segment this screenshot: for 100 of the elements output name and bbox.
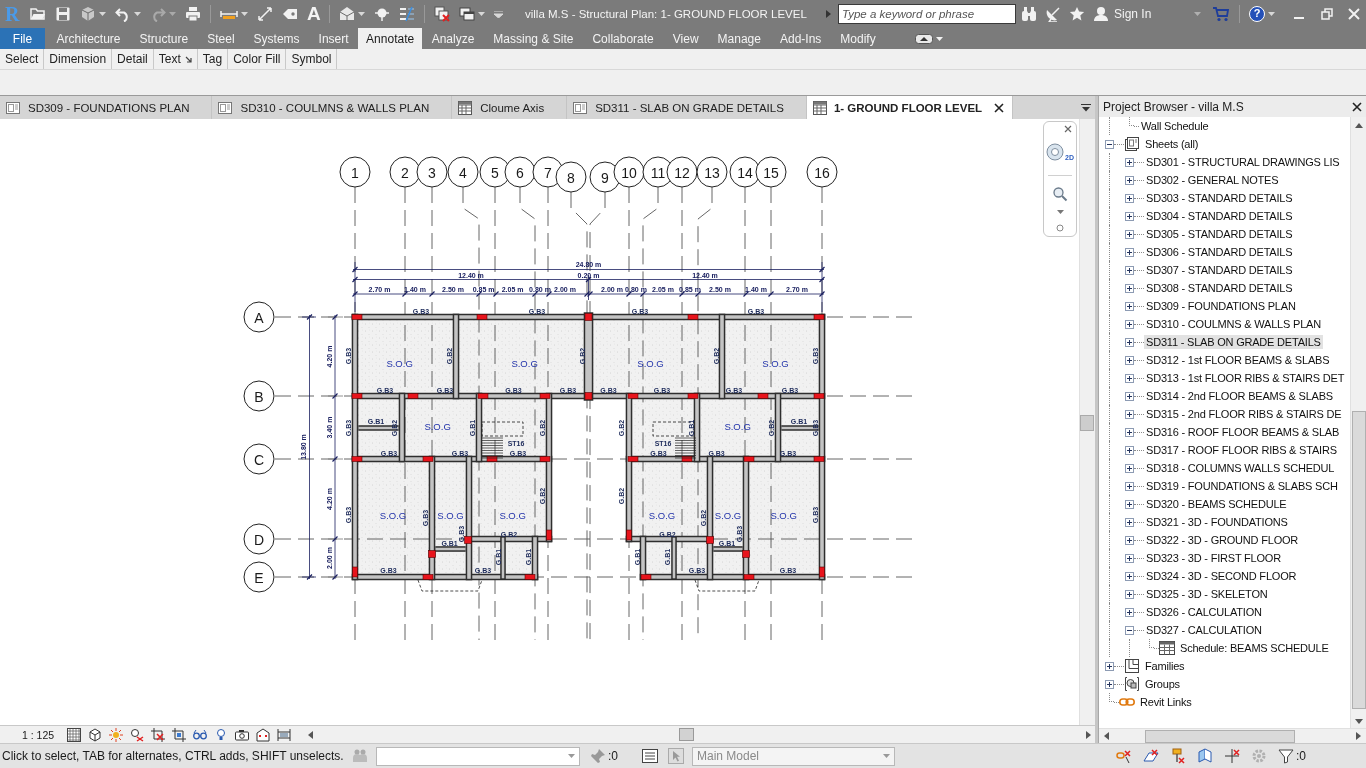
tree-item[interactable]: SD320 - BEAMS SCHEDULE: [1144, 497, 1289, 511]
expand-icon[interactable]: [1125, 481, 1134, 491]
scroll-thumb[interactable]: [1080, 415, 1094, 431]
ribbon-tab[interactable]: Add-Ins: [770, 28, 831, 49]
expand-icon[interactable]: [1125, 265, 1134, 275]
tree-item[interactable]: SD308 - STANDARD DETAILS: [1144, 281, 1295, 295]
tree-item[interactable]: SD311 - SLAB ON GRADE DETAILS: [1144, 335, 1323, 349]
scroll-up-icon[interactable]: [1354, 123, 1363, 128]
scrollbar[interactable]: [1099, 728, 1366, 743]
expand-icon[interactable]: [1125, 337, 1134, 347]
undo-icon[interactable]: [115, 6, 131, 22]
tree-item[interactable]: SD319 - FOUNDATIONS & SLABS SCH: [1144, 479, 1340, 493]
expand-icon[interactable]: [1125, 553, 1134, 563]
ribbon-tab[interactable]: File: [0, 28, 45, 49]
satellite-dish-icon[interactable]: [1045, 6, 1061, 22]
filter-icon[interactable]: [1278, 748, 1294, 764]
windows-cross-icon[interactable]: [434, 6, 450, 22]
ribbon-tab[interactable]: Architecture: [47, 28, 131, 49]
caret-icon[interactable]: [241, 12, 248, 16]
folder-icon[interactable]: [30, 6, 46, 22]
ribbon-tab[interactable]: Analyze: [422, 28, 484, 49]
crop-cross-icon[interactable]: [151, 727, 165, 742]
expand-icon[interactable]: [1125, 229, 1134, 239]
expand-icon[interactable]: [1125, 571, 1134, 581]
ribbon-tab[interactable]: View: [663, 28, 709, 49]
ring-icon[interactable]: [1056, 224, 1064, 232]
tree-item[interactable]: Schedule: BEAMS SCHEDULE: [1178, 641, 1331, 655]
collapse-icon[interactable]: [1105, 139, 1114, 149]
scroll-thumb[interactable]: [679, 728, 694, 741]
expand-icon[interactable]: [1125, 535, 1134, 545]
tree-item[interactable]: SD322 - 3D - GROUND FLOOR: [1144, 533, 1301, 547]
tree-item[interactable]: SD317 - ROOF FLOOR RIBS & STAIRS: [1144, 443, 1339, 457]
tree-item[interactable]: SD302 - GENERAL NOTES: [1144, 173, 1281, 187]
expand-icon[interactable]: [1105, 679, 1114, 689]
tree-item[interactable]: SD310 - COULMNS & WALLS PLAN: [1144, 317, 1323, 331]
caret-icon[interactable]: [1268, 12, 1275, 16]
expand-icon[interactable]: [1125, 247, 1134, 257]
dropdown-icon[interactable]: [1081, 103, 1091, 112]
caret-icon[interactable]: [99, 12, 106, 16]
sun-icon[interactable]: [109, 727, 123, 742]
crop-square-icon[interactable]: [172, 727, 186, 742]
expand-icon[interactable]: [1125, 319, 1134, 329]
scroll-thumb[interactable]: [1351, 411, 1366, 709]
document-tab[interactable]: 1- GROUND FLOOR LEVEL: [806, 96, 1014, 119]
text-tool[interactable]: A: [307, 4, 320, 24]
tree-item[interactable]: SD326 - CALCULATION: [1144, 605, 1264, 619]
ribbon-tab[interactable]: Manage: [708, 28, 771, 49]
ribbon-tab[interactable]: Collaborate: [582, 28, 664, 49]
caret-icon[interactable]: [568, 754, 575, 758]
circle-cross-icon[interactable]: [130, 727, 144, 742]
building-icon[interactable]: [256, 727, 270, 742]
bulb-icon[interactable]: [214, 727, 228, 742]
plane-cross-icon[interactable]: [1143, 748, 1159, 764]
ribbon-tab[interactable]: Steel: [197, 28, 245, 49]
caret-icon[interactable]: [478, 12, 485, 16]
tree-item[interactable]: SD314 - 2nd FLOOR BEAMS & SLABS: [1144, 389, 1335, 403]
diagonal-arrow-icon[interactable]: [257, 6, 273, 22]
ribbon-tab[interactable]: Systems: [244, 28, 310, 49]
expand-icon[interactable]: [1125, 283, 1134, 293]
tree-item[interactable]: SD325 - 3D - SKELETON: [1144, 587, 1270, 601]
tree-item[interactable]: SD304 - STANDARD DETAILS: [1144, 209, 1295, 223]
expand-icon[interactable]: [1125, 463, 1134, 473]
binoculars-icon[interactable]: [1021, 6, 1037, 22]
expand-icon[interactable]: [1125, 427, 1134, 437]
help-button[interactable]: ?: [1249, 6, 1265, 22]
tag-icon[interactable]: [282, 6, 298, 22]
ribbon-tab[interactable]: Annotate: [358, 28, 423, 49]
view-scale[interactable]: 1 : 125: [0, 728, 60, 741]
restore-icon[interactable]: [1321, 8, 1333, 20]
expand-icon[interactable]: [1125, 409, 1134, 419]
expand-icon[interactable]: [1125, 211, 1134, 221]
tree-item[interactable]: SD327 - CALCULATION: [1144, 623, 1264, 637]
ribbon-tab[interactable]: Insert: [309, 28, 359, 49]
save-icon[interactable]: [55, 6, 71, 22]
scroll-right-icon[interactable]: [1086, 730, 1091, 739]
expand-icon[interactable]: [1105, 661, 1114, 671]
list-icon[interactable]: [642, 748, 658, 764]
print-icon[interactable]: [185, 6, 201, 22]
expand-icon[interactable]: [1125, 157, 1134, 167]
expand-icon[interactable]: [1125, 175, 1134, 185]
tree-item[interactable]: SD312 - 1st FLOOR BEAMS & SLABS: [1144, 353, 1332, 367]
scroll-thumb[interactable]: [1145, 729, 1295, 743]
close-icon[interactable]: [1352, 101, 1362, 112]
tree-item[interactable]: SD306 - STANDARD DETAILS: [1144, 245, 1295, 259]
user-icon[interactable]: [1093, 6, 1109, 22]
wheel-icon[interactable]: [1046, 143, 1064, 161]
tree-item[interactable]: SD305 - STANDARD DETAILS: [1144, 227, 1295, 241]
target-icon[interactable]: [374, 6, 390, 22]
checker-icon[interactable]: [67, 727, 81, 742]
cube-icon[interactable]: [88, 727, 102, 742]
expand-icon[interactable]: [1125, 499, 1134, 509]
expand-icon[interactable]: [1125, 445, 1134, 455]
search-field[interactable]: Type a keyword or phrase: [838, 4, 1016, 24]
lines-icon[interactable]: [399, 6, 415, 22]
ribbon-tab[interactable]: Structure: [130, 28, 198, 49]
arrow-icon[interactable]: [184, 55, 192, 63]
zoom-icon[interactable]: [1052, 186, 1068, 202]
tree-item[interactable]: SD321 - 3D - FOUNDATIONS: [1144, 515, 1290, 529]
tree-item[interactable]: SD301 - STRUCTURAL DRAWINGS LIS: [1144, 155, 1342, 169]
scroll-left-icon[interactable]: [308, 730, 313, 739]
